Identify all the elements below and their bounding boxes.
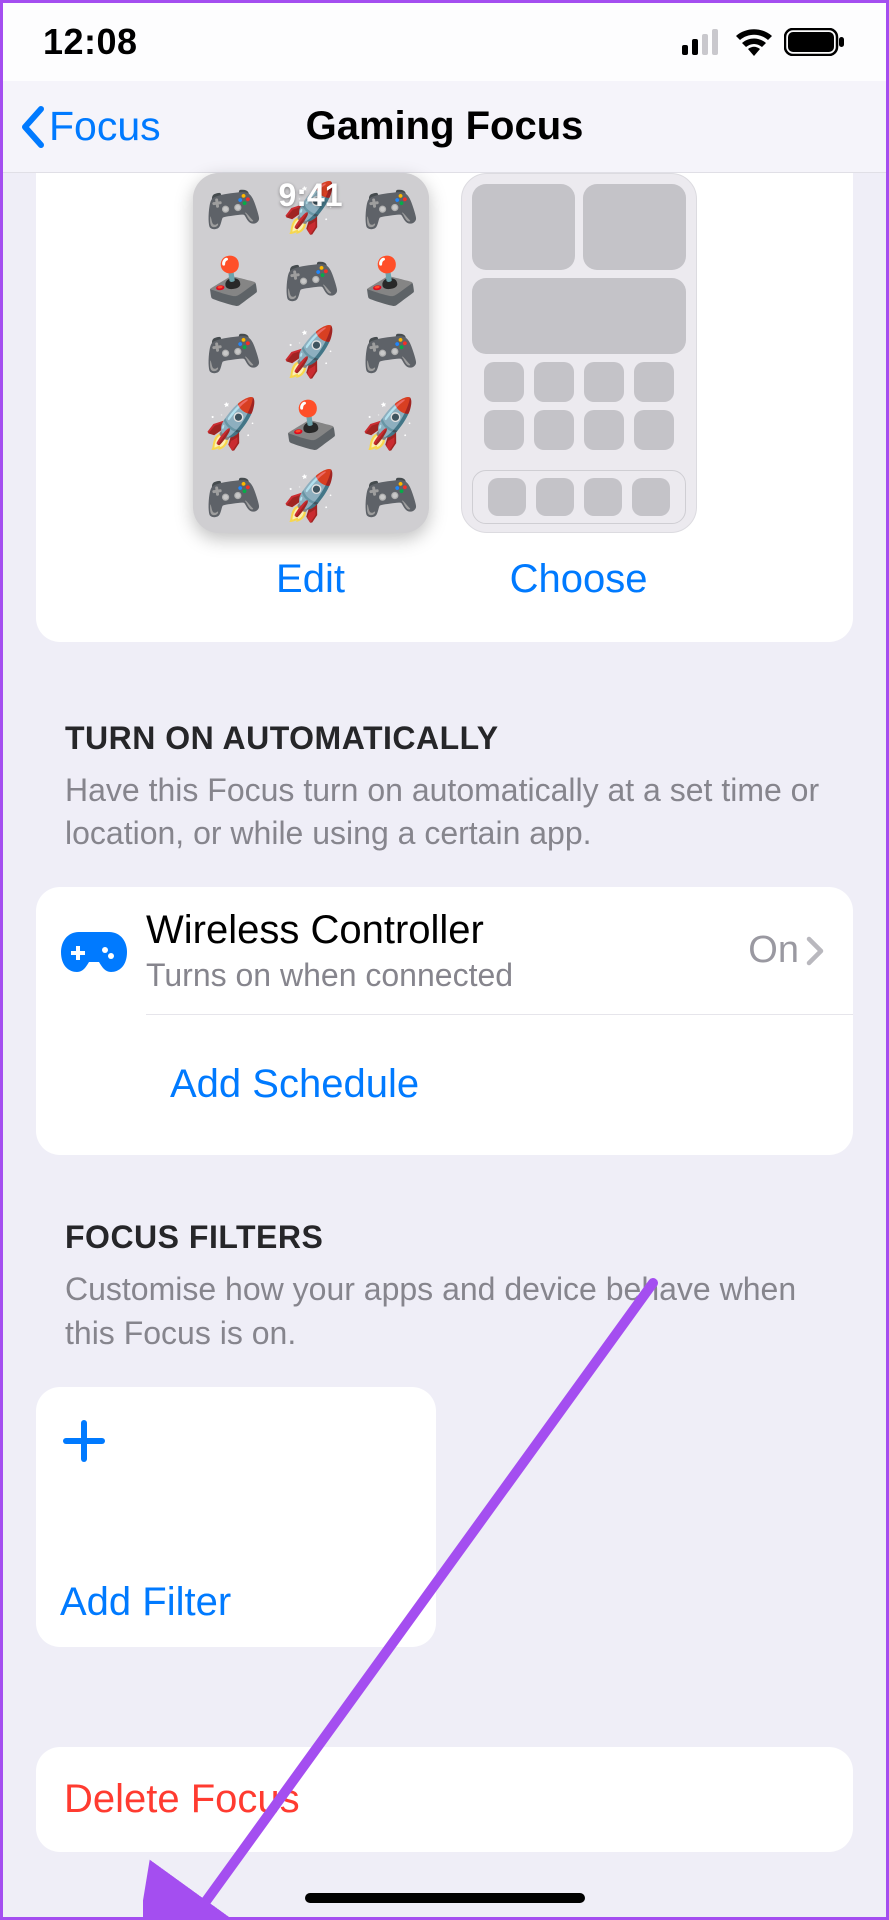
status-bar: 12:08	[3, 3, 886, 81]
chevron-right-icon	[805, 935, 825, 967]
delete-focus-label: Delete Focus	[64, 1777, 825, 1822]
schedule-status: On	[748, 929, 799, 972]
add-schedule-label: Add Schedule	[60, 1034, 825, 1135]
filters-section-header: FOCUS FILTERS Customise how your apps an…	[3, 1155, 886, 1366]
battery-icon	[784, 28, 846, 56]
customise-screens-card: 9:41 🎮🚀🎮 🕹️🎮🕹️ 🎮🚀🎮 🚀🕹️🚀 🎮🚀🎮 Edit	[36, 173, 853, 642]
home-dock-placeholder	[472, 470, 686, 524]
auto-section-header: TURN ON AUTOMATICALLY Have this Focus tu…	[3, 642, 886, 867]
home-indicator	[305, 1893, 585, 1903]
auto-section-title: TURN ON AUTOMATICALLY	[65, 720, 824, 757]
lock-screen-preview[interactable]: 9:41 🎮🚀🎮 🕹️🎮🕹️ 🎮🚀🎮 🚀🕹️🚀 🎮🚀🎮	[193, 173, 429, 533]
wifi-icon	[734, 28, 774, 56]
back-button[interactable]: Focus	[17, 103, 161, 150]
back-label: Focus	[49, 103, 161, 150]
nav-bar: Focus Gaming Focus	[3, 81, 886, 173]
filters-section-title: FOCUS FILTERS	[65, 1219, 824, 1256]
add-filter-button[interactable]: Add Filter	[36, 1387, 436, 1647]
status-icons	[682, 28, 846, 56]
gamecontroller-icon	[60, 917, 128, 985]
schedule-row-wireless-controller[interactable]: Wireless Controller Turns on when connec…	[36, 887, 853, 1014]
schedules-card: Wireless Controller Turns on when connec…	[36, 887, 853, 1155]
auto-section-desc: Have this Focus turn on automatically at…	[65, 769, 824, 855]
cellular-icon	[682, 29, 724, 55]
plus-icon	[60, 1417, 108, 1465]
chevron-left-icon	[17, 105, 47, 149]
schedule-title: Wireless Controller	[146, 907, 748, 953]
edit-button[interactable]: Edit	[276, 557, 345, 602]
schedule-subtitle: Turns on when connected	[146, 957, 748, 994]
add-filter-label: Add Filter	[60, 1580, 412, 1625]
add-schedule-button[interactable]: Add Schedule	[36, 1014, 853, 1155]
filters-section-desc: Customise how your apps and device behav…	[65, 1268, 824, 1354]
lock-preview-time: 9:41	[193, 177, 429, 214]
wallpaper-pattern: 🎮🚀🎮 🕹️🎮🕹️ 🎮🚀🎮 🚀🕹️🚀 🎮🚀🎮	[193, 173, 429, 533]
delete-focus-button[interactable]: Delete Focus	[36, 1747, 853, 1852]
choose-button[interactable]: Choose	[510, 557, 648, 602]
home-screen-preview[interactable]	[461, 173, 697, 533]
status-time: 12:08	[43, 21, 138, 63]
